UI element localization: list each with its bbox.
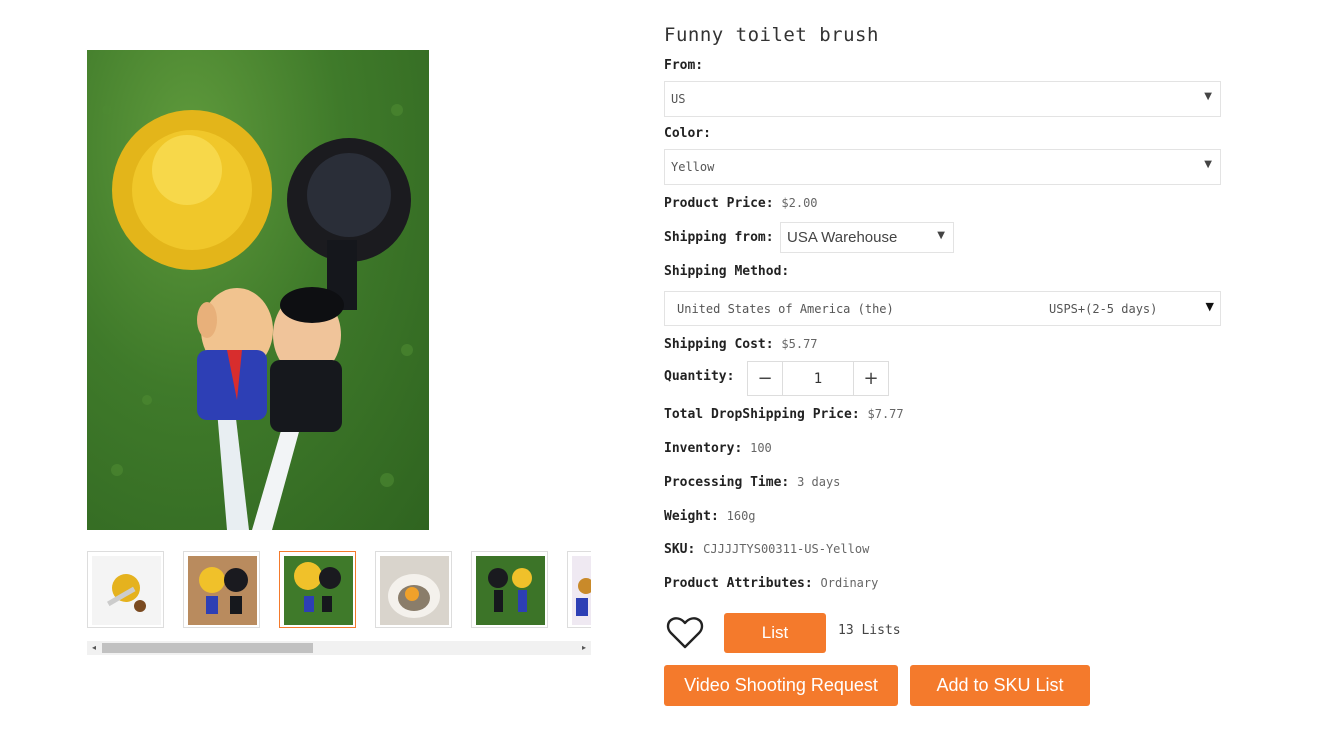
thumbnail-image [188, 556, 257, 625]
thumbnail-image [92, 556, 161, 625]
product-attributes-row: Product Attributes: Ordinary [664, 576, 878, 591]
processing-time-row: Processing Time: 3 days [664, 475, 840, 490]
shipping-cost-value: $5.77 [781, 337, 818, 351]
thumbnail-image [284, 556, 353, 625]
shipping-method-service: USPS+(2-5 days) [1049, 302, 1158, 316]
thumbnail-6[interactable] [567, 551, 591, 628]
thumbnail-image [572, 556, 591, 625]
thumbnail-3[interactable] [279, 551, 356, 628]
shipping-method-select[interactable]: United States of America (the) USPS+(2-5… [664, 291, 1221, 326]
thumbnail-scrollbar[interactable]: ◂ ▸ [87, 641, 591, 655]
processing-time-label: Processing Time: [664, 475, 790, 490]
shipping-method-country: United States of America (the) [677, 302, 894, 316]
product-price-row: Product Price: $2.00 [664, 196, 818, 211]
shipping-from-select[interactable]: USA Warehouse ▼ [780, 222, 954, 253]
scroll-left-icon[interactable]: ◂ [87, 641, 101, 655]
thumbnail-5[interactable] [471, 551, 548, 628]
inventory-value: 100 [750, 441, 772, 455]
product-title: Funny toilet brush [664, 24, 879, 46]
shipping-from-label: Shipping from: [664, 230, 774, 245]
chevron-down-icon: ▼ [937, 230, 945, 241]
chevron-down-icon: ▼ [1205, 300, 1214, 313]
scrollbar-thumb[interactable] [102, 643, 313, 653]
weight-row: Weight: 160g [664, 509, 756, 524]
thumbnail-2[interactable] [183, 551, 260, 628]
shipping-from-value: USA Warehouse [787, 229, 898, 246]
chevron-down-icon: ▼ [1204, 91, 1212, 102]
video-shooting-request-button[interactable]: Video Shooting Request [664, 665, 898, 706]
from-label: From: [664, 58, 704, 73]
total-price-value: $7.77 [867, 407, 904, 421]
thumbnail-image [380, 556, 449, 625]
from-select-value: US [671, 92, 686, 106]
quantity-stepper: − + [747, 361, 889, 396]
thumbnail-4[interactable] [375, 551, 452, 628]
color-label: Color: [664, 126, 711, 141]
quantity-increase-button[interactable]: + [853, 362, 888, 395]
shipping-method-label: Shipping Method: [664, 264, 790, 279]
quantity-input[interactable] [784, 362, 852, 395]
color-select-value: Yellow [671, 160, 715, 174]
main-product-image[interactable] [87, 50, 429, 530]
product-photo [102, 104, 413, 530]
sku-value: CJJJJTYS00311-US-Yellow [703, 542, 870, 556]
product-price-value: $2.00 [781, 196, 818, 210]
product-attributes-label: Product Attributes: [664, 576, 813, 591]
lists-count: 13 Lists [838, 623, 901, 638]
quantity-label: Quantity: [664, 369, 735, 384]
sku-label: SKU: [664, 542, 696, 557]
inventory-row: Inventory: 100 [664, 441, 772, 456]
weight-value: 160g [726, 509, 756, 523]
shipping-cost-label: Shipping Cost: [664, 337, 774, 352]
inventory-label: Inventory: [664, 441, 743, 456]
from-select[interactable]: US ▼ [664, 81, 1221, 117]
product-price-label: Product Price: [664, 196, 774, 211]
heart-icon[interactable] [666, 616, 704, 650]
list-button[interactable]: List [724, 613, 826, 653]
quantity-decrease-button[interactable]: − [748, 362, 783, 395]
processing-time-value: 3 days [797, 475, 841, 489]
thumbnail-1[interactable] [87, 551, 164, 628]
add-to-sku-list-button[interactable]: Add to SKU List [910, 665, 1090, 706]
product-attributes-value: Ordinary [820, 576, 879, 590]
sku-row: SKU: CJJJJTYS00311-US-Yellow [664, 542, 869, 557]
total-price-label: Total DropShipping Price: [664, 407, 860, 422]
thumbnail-image [476, 556, 545, 625]
shipping-cost-row: Shipping Cost: $5.77 [664, 337, 818, 352]
total-price-row: Total DropShipping Price: $7.77 [664, 407, 904, 422]
weight-label: Weight: [664, 509, 719, 524]
thumbnail-strip [87, 551, 591, 628]
color-select[interactable]: Yellow ▼ [664, 149, 1221, 185]
scroll-right-icon[interactable]: ▸ [577, 641, 591, 655]
chevron-down-icon: ▼ [1204, 159, 1212, 170]
